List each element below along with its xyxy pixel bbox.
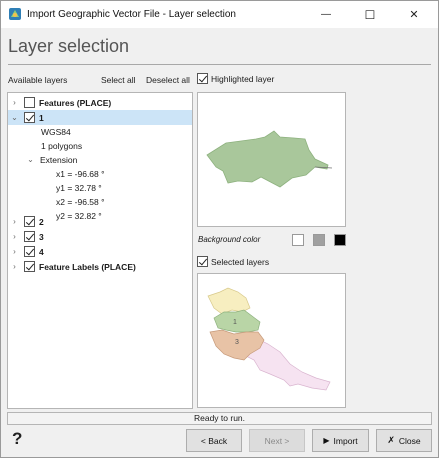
highlighted-layer-checkbox[interactable] bbox=[197, 73, 208, 84]
tree-item-layer-1[interactable]: ⌄ 1 bbox=[8, 110, 192, 125]
maximize-icon: ☐ bbox=[364, 7, 376, 22]
close-window-button[interactable]: ✕ bbox=[392, 1, 436, 28]
close-button[interactable]: ✗ Close bbox=[376, 429, 432, 452]
close-x-icon: ✗ bbox=[387, 435, 395, 445]
highlighted-layer-preview bbox=[197, 92, 346, 227]
highlighted-layer-label: Highlighted layer bbox=[211, 73, 275, 84]
help-button[interactable]: ? bbox=[12, 429, 22, 449]
chevron-right-icon[interactable]: › bbox=[10, 262, 19, 271]
minimize-button[interactable]: — bbox=[304, 1, 348, 28]
tree-item-features-place[interactable]: › Features (PLACE) bbox=[8, 95, 192, 110]
selected-layers-label: Selected layers bbox=[211, 256, 270, 267]
highlighted-polyline bbox=[314, 166, 333, 169]
tree-item-label: Feature Labels (PLACE) bbox=[39, 261, 136, 272]
back-button-label: < Back bbox=[200, 435, 228, 446]
layer-checkbox[interactable] bbox=[24, 97, 35, 108]
tree-item-x2: x2 = -96.58 ° bbox=[8, 194, 192, 209]
back-button[interactable]: < Back bbox=[186, 429, 242, 452]
tree-item-label: 3 bbox=[39, 231, 44, 242]
selected-layers-toggle[interactable]: Selected layers bbox=[197, 256, 269, 267]
status-bar: Ready to run. bbox=[7, 412, 432, 425]
close-icon: ✕ bbox=[409, 9, 419, 21]
next-button[interactable]: Next > bbox=[249, 429, 305, 452]
maximize-button[interactable]: ☐ bbox=[348, 1, 392, 28]
tree-item-label: 1 polygons bbox=[41, 140, 83, 151]
tree-item-extension[interactable]: ⌄ Extension bbox=[8, 152, 192, 167]
layer-checkbox[interactable] bbox=[24, 112, 35, 123]
map-label-3: 3 bbox=[235, 339, 239, 346]
tree-item-y1: y1 = 32.78 ° bbox=[8, 180, 192, 195]
layer-checkbox[interactable] bbox=[24, 261, 35, 272]
highlighted-polygon bbox=[206, 130, 329, 188]
import-button-label: Import bbox=[333, 435, 358, 446]
chevron-right-icon[interactable]: › bbox=[10, 247, 19, 256]
tree-item-label: 1 bbox=[39, 112, 44, 123]
selected-layers-checkbox[interactable] bbox=[197, 256, 208, 267]
tree-item-label: y1 = 32.78 ° bbox=[56, 182, 102, 193]
tree-item-label: Extension bbox=[40, 154, 78, 165]
tree-item-x1: x1 = -96.68 ° bbox=[8, 166, 192, 181]
import-button[interactable]: ▶ Import bbox=[312, 429, 369, 452]
title-bar: Import Geographic Vector File - Layer se… bbox=[1, 1, 438, 28]
app-logo-icon bbox=[9, 8, 21, 20]
tree-item-label: x1 = -96.68 ° bbox=[56, 168, 105, 179]
tree-item-label: WGS84 bbox=[41, 126, 71, 137]
chevron-right-icon[interactable]: › bbox=[10, 217, 19, 226]
chevron-down-icon[interactable]: ⌄ bbox=[26, 155, 35, 164]
chevron-right-icon[interactable]: › bbox=[10, 98, 19, 107]
tree-item-label: x2 = -96.58 ° bbox=[56, 196, 105, 207]
layer-checkbox[interactable] bbox=[24, 231, 35, 242]
map-label-1: 1 bbox=[233, 319, 237, 326]
selected-layers-preview: 1 3 bbox=[197, 273, 346, 408]
background-gray-swatch[interactable] bbox=[313, 234, 325, 246]
tree-item-layer-4[interactable]: › 4 bbox=[8, 244, 192, 259]
tree-item-label: 4 bbox=[39, 246, 44, 257]
selected-layers-map: 1 3 bbox=[207, 287, 331, 391]
chevron-down-icon[interactable]: ⌄ bbox=[10, 113, 19, 122]
background-black-swatch[interactable] bbox=[334, 234, 346, 246]
layer-tree[interactable]: › Features (PLACE) ⌄ 1 WGS84 1 polygons … bbox=[7, 92, 193, 409]
minimize-icon: — bbox=[321, 9, 331, 20]
highlighted-layer-toggle[interactable]: Highlighted layer bbox=[197, 73, 274, 84]
tree-item-label: 2 bbox=[39, 216, 44, 227]
close-button-label: Close bbox=[398, 435, 421, 446]
chevron-right-icon[interactable]: › bbox=[10, 232, 19, 241]
available-layers-label: Available layers bbox=[8, 75, 68, 85]
background-white-swatch[interactable] bbox=[292, 234, 304, 246]
select-all-button[interactable]: Select all bbox=[101, 75, 136, 85]
import-dialog-window: Import Geographic Vector File - Layer se… bbox=[0, 0, 439, 458]
next-button-label: Next > bbox=[264, 435, 290, 446]
tree-item-label: Features (PLACE) bbox=[39, 97, 112, 108]
window-title: Import Geographic Vector File - Layer se… bbox=[27, 9, 236, 20]
layer-checkbox[interactable] bbox=[24, 246, 35, 257]
deselect-all-button[interactable]: Deselect all bbox=[146, 75, 190, 85]
play-icon: ▶ bbox=[323, 436, 330, 445]
tree-item-layer-2[interactable]: › 2 bbox=[8, 214, 192, 229]
tree-item-polygon-count: 1 polygons bbox=[8, 138, 192, 153]
highlighted-layer-map bbox=[206, 130, 333, 188]
tree-item-feature-labels-place[interactable]: › Feature Labels (PLACE) bbox=[8, 259, 192, 274]
background-color-label: Background color bbox=[198, 235, 261, 244]
tree-item-crs: WGS84 bbox=[8, 124, 192, 139]
layer-checkbox[interactable] bbox=[24, 216, 35, 227]
tree-item-layer-3[interactable]: › 3 bbox=[8, 229, 192, 244]
heading-divider bbox=[8, 64, 431, 65]
page-title: Layer selection bbox=[8, 36, 130, 56]
help-icon: ? bbox=[12, 429, 23, 448]
